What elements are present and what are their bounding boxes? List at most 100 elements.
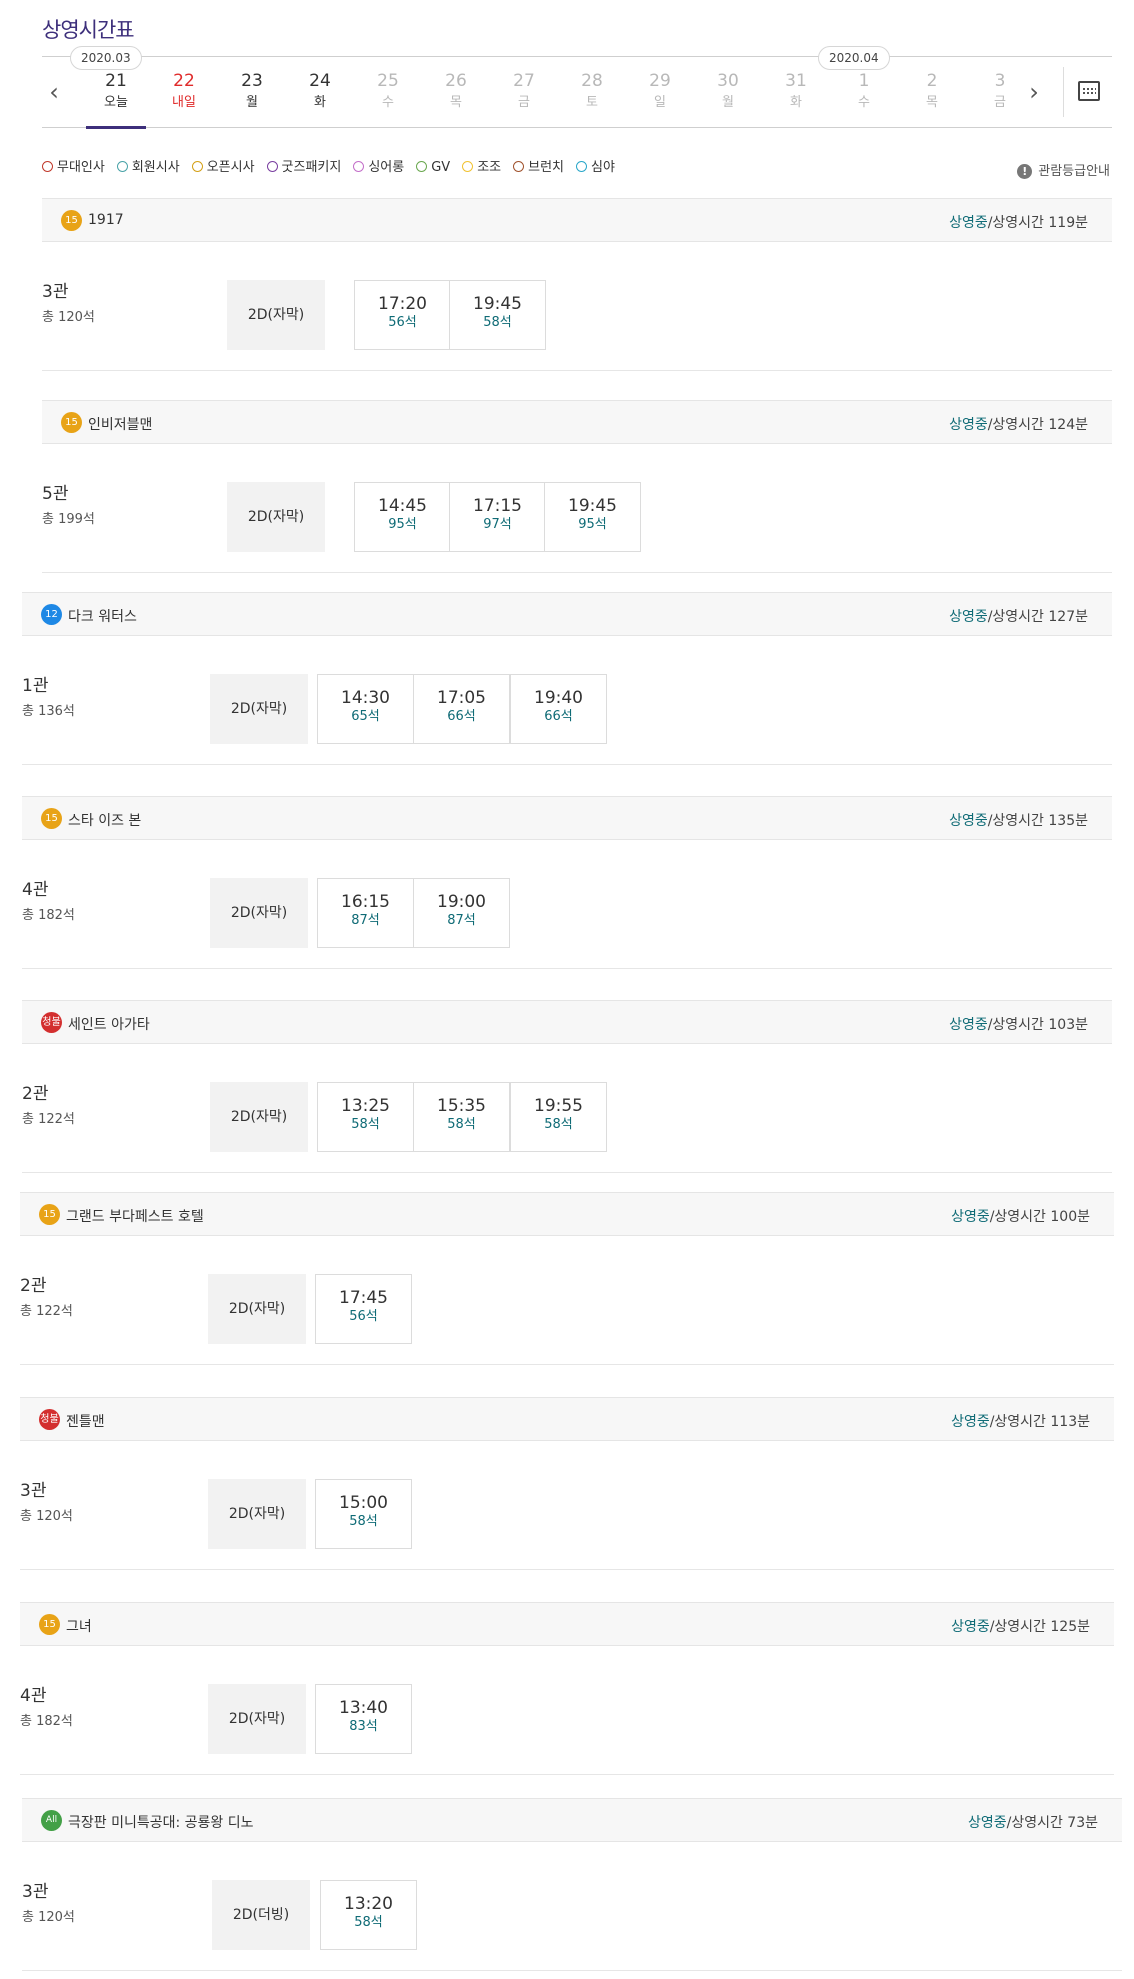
showtime-slot[interactable]: 14:30 65석 <box>317 674 414 744</box>
status-now-showing: 상영중 <box>967 1815 1007 1831</box>
calendar-icon[interactable] <box>1078 81 1100 101</box>
showtime-seats: 56석 <box>349 1309 378 1324</box>
divider <box>20 1364 1114 1365</box>
date-tab: 27 금 <box>494 71 554 113</box>
status-now-showing: 상영중 <box>949 813 988 829</box>
screen-format: 2D(자막) <box>227 482 325 552</box>
movie-block: 청불 세인트 아가타 상영중/상영시간 103분 2관 총 122석 2D(자막) 13:2… <box>22 1000 1112 1190</box>
month-label-april: 2020.04 <box>818 46 890 70</box>
screen-format: 2D(자막) <box>210 878 308 948</box>
rating-badge: 12 <box>41 604 62 625</box>
divider <box>22 1172 1112 1173</box>
date-number: 26 <box>445 71 467 91</box>
chevron-left-icon[interactable]: ‹ <box>42 77 66 107</box>
runtime-value: 73분 <box>1067 1815 1098 1831</box>
showtime-time: 17:20 <box>378 294 427 314</box>
legend-label: 오픈시사 <box>206 160 255 175</box>
hall-total-seats: 총 199석 <box>42 512 95 527</box>
showtime-time: 14:30 <box>341 688 390 708</box>
hall-name: 3관 <box>20 1481 47 1501</box>
showtime-slot[interactable]: 19:40 66석 <box>510 674 607 744</box>
movie-header: 15 그랜드 부다페스트 호텔 상영중/상영시간 100분 <box>20 1192 1114 1236</box>
showtime-seats: 58석 <box>544 1117 573 1132</box>
movie-status: 상영중/상영시간 119분 <box>949 212 1088 232</box>
info-icon: ! <box>1017 164 1033 179</box>
event-legend: 무대인사 회원시사 오픈시사 굿즈패키지 싱어롱 GV 조조 브런치 심야 <box>42 156 627 175</box>
date-weekday: 일 <box>654 95 666 110</box>
movie-title[interactable]: 다크 워터스 <box>68 606 137 626</box>
showtime-slot[interactable]: 13:25 58석 <box>317 1082 414 1152</box>
legend-item: 무대인사 <box>42 156 105 175</box>
legend-item: 싱어롱 <box>353 156 404 175</box>
showtime-seats: 83석 <box>349 1719 378 1734</box>
showtime-seats: 58석 <box>354 1915 383 1930</box>
hall-total-seats: 총 136석 <box>22 704 75 719</box>
status-now-showing: 상영중 <box>951 1414 990 1430</box>
date-selector: 2020.03 2020.04 ‹ 21 오늘 22 내일 23 월 24 화 25 수 26 목 27… <box>42 46 1112 129</box>
showtime-slot[interactable]: 15:35 58석 <box>413 1082 510 1152</box>
movie-title[interactable]: 그랜드 부다페스트 호텔 <box>66 1206 204 1226</box>
date-tab[interactable]: 24 화 <box>290 71 350 113</box>
gv-icon <box>416 161 428 172</box>
legend-item: 회원시사 <box>116 156 180 175</box>
date-tab[interactable]: 22 내일 <box>154 71 214 113</box>
showtime-slot[interactable]: 15:00 58석 <box>315 1479 412 1549</box>
rating-guide-label: 관람등급안내 <box>1038 164 1110 179</box>
showtime-slot[interactable]: 17:45 56석 <box>315 1274 412 1344</box>
showtime-slot[interactable]: 19:45 95석 <box>544 482 641 552</box>
date-weekday: 화 <box>790 95 802 110</box>
showtime-slot[interactable]: 13:40 83석 <box>315 1684 412 1754</box>
showtime-slot[interactable]: 19:55 58석 <box>510 1082 607 1152</box>
movie-title[interactable]: 세인트 아가타 <box>68 1014 150 1034</box>
date-tab[interactable]: 23 월 <box>222 71 282 113</box>
rating-guide-link[interactable]: ! 관람등급안내 <box>1017 160 1110 179</box>
movie-title[interactable]: 그녀 <box>66 1616 92 1636</box>
runtime-value: 124분 <box>1048 417 1088 433</box>
date-number: 31 <box>785 71 807 91</box>
showtime-seats: 87석 <box>351 913 380 928</box>
showtime-slot[interactable]: 13:20 58석 <box>320 1880 417 1950</box>
movie-block: 15 인비저블맨 상영중/상영시간 124분 5관 총 199석 2D(자막) 14:45 9… <box>42 400 1112 590</box>
movie-title[interactable]: 젠틀맨 <box>66 1411 105 1431</box>
showtime-time: 15:35 <box>437 1096 486 1116</box>
movie-status: 상영중/상영시간 124분 <box>949 414 1088 434</box>
status-now-showing: 상영중 <box>951 1209 990 1225</box>
date-tab: 2목 <box>902 71 962 113</box>
movie-title[interactable]: 극장판 미니특공대: 공룡왕 디노 <box>68 1812 254 1832</box>
rating-badge: 15 <box>39 1614 60 1635</box>
showtime-slot[interactable]: 19:45 58석 <box>449 280 546 350</box>
showtime-time: 13:25 <box>341 1096 390 1116</box>
movie-header: All 극장판 미니특공대: 공룡왕 디노 상영중/상영시간 73분 <box>22 1798 1122 1842</box>
hall-info: 3관 총 120석 <box>20 1476 73 1524</box>
runtime-value: 103분 <box>1048 1017 1088 1033</box>
date-tab[interactable]: 21 오늘 <box>86 71 146 129</box>
date-tab: 3금 <box>970 71 1030 113</box>
showtime-slot[interactable]: 16:15 87석 <box>317 878 414 948</box>
chevron-right-icon[interactable]: › <box>1022 77 1046 107</box>
date-number: 29 <box>649 71 671 91</box>
hall-info: 1관 총 136석 <box>22 671 75 719</box>
movie-block: All 극장판 미니특공대: 공룡왕 디노 상영중/상영시간 73분 3관 총 120석… <box>22 1798 1122 1979</box>
legend-item: 오픈시사 <box>191 156 255 175</box>
showtime-slot[interactable]: 19:00 87석 <box>413 878 510 948</box>
legend-label: 조조 <box>477 160 502 175</box>
date-number: 24 <box>309 71 331 91</box>
showtime-slot[interactable]: 14:45 95석 <box>354 482 451 552</box>
showtime-seats: 66석 <box>447 709 476 724</box>
showtime-seats: 58석 <box>351 1117 380 1132</box>
date-number: 25 <box>377 71 399 91</box>
movie-title[interactable]: 1917 <box>88 212 124 228</box>
showtime-slot[interactable]: 17:15 97석 <box>449 482 546 552</box>
movie-title[interactable]: 스타 이즈 본 <box>68 810 141 830</box>
movie-title[interactable]: 인비저블맨 <box>88 414 152 434</box>
rating-badge: 15 <box>61 210 82 231</box>
date-tab: 29 일 <box>630 71 690 113</box>
showtime-slot[interactable]: 17:20 56석 <box>354 280 451 350</box>
showtime-slot[interactable]: 17:05 66석 <box>413 674 510 744</box>
legend-item: 굿즈패키지 <box>266 156 341 175</box>
date-number: 28 <box>581 71 603 91</box>
date-number: 22 <box>173 71 195 91</box>
runtime-prefix: /상영시간 <box>989 1414 1051 1430</box>
legend-item: 브런치 <box>513 156 564 175</box>
showtime-time: 13:40 <box>339 1698 388 1718</box>
